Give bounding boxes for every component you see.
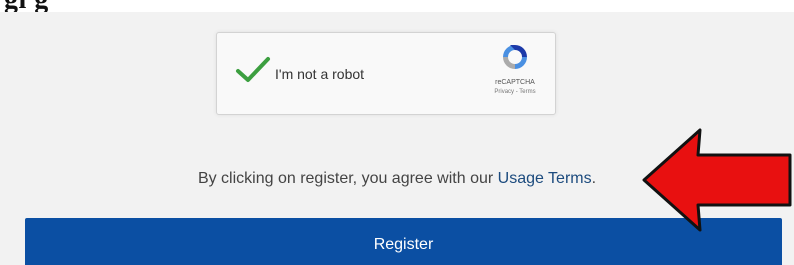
terms-link[interactable]: Terms — [519, 89, 535, 95]
cropped-heading-strip: gi g — [0, 0, 794, 12]
agreement-prefix: By clicking on register, you agree with … — [197, 170, 498, 187]
agreement-suffix: . — [591, 170, 597, 187]
privacy-link[interactable]: Privacy — [494, 89, 514, 95]
recaptcha-logo: reCAPTCHA Privacy - Terms — [480, 41, 550, 109]
recaptcha-checkbox[interactable] — [235, 55, 271, 85]
recaptcha-brand: reCAPTCHA — [495, 79, 535, 86]
recaptcha-icon — [503, 45, 527, 69]
usage-terms-link[interactable]: Usage Terms — [498, 170, 592, 187]
recaptcha-label: I'm not a robot — [275, 66, 365, 82]
page-heading: gi g — [4, 0, 49, 12]
recaptcha-widget: I'm not a robot reCAPTCHA Privacy - Term… — [216, 32, 556, 115]
checkmark-icon — [236, 57, 270, 82]
recaptcha-links: Privacy - Terms — [480, 89, 550, 95]
red-arrow-annotation — [642, 128, 792, 232]
